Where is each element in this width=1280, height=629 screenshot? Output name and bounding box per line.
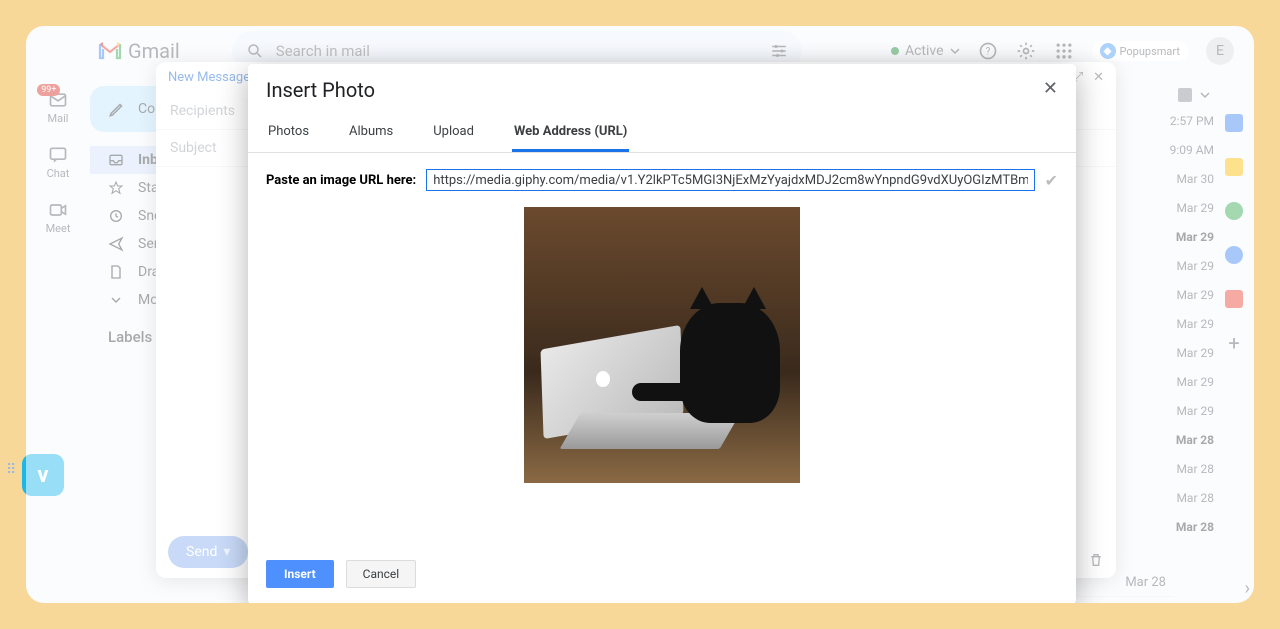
inbox-icon — [108, 152, 124, 168]
chevron-down-icon[interactable] — [1200, 90, 1210, 100]
sidebar-item-label: Inb — [138, 152, 158, 168]
get-addons-icon[interactable]: + — [1225, 334, 1243, 352]
mail-date: Mar 28 — [1125, 575, 1166, 590]
insert-photo-dialog: Insert Photo ✕ Photos Albums Upload Web Add… — [248, 64, 1076, 603]
send-icon — [108, 236, 124, 252]
send-dropdown-icon[interactable]: ▾ — [223, 544, 230, 560]
status-chip[interactable]: Active — [891, 43, 960, 59]
date-label: Mar 28 — [1154, 491, 1214, 505]
date-label: Mar 28 — [1154, 520, 1214, 534]
tune-icon[interactable] — [770, 42, 788, 60]
addon-icon[interactable] — [1225, 290, 1243, 308]
avatar[interactable]: E — [1206, 37, 1234, 65]
svg-text:?: ? — [985, 46, 990, 57]
cancel-button[interactable]: Cancel — [346, 560, 417, 588]
compose-title: New Message — [168, 70, 250, 85]
contacts-icon[interactable] — [1225, 246, 1243, 264]
trash-icon[interactable] — [1088, 552, 1104, 568]
tasks-icon[interactable] — [1225, 202, 1243, 220]
logo-text: Gmail — [128, 39, 180, 63]
date-label: Mar 30 — [1154, 172, 1214, 186]
gmail-icon — [98, 42, 122, 60]
date-label: Mar 29 — [1154, 201, 1214, 215]
unread-badge: 99+ — [37, 84, 60, 96]
date-label: Mar 29 — [1154, 375, 1214, 389]
url-input[interactable] — [426, 169, 1034, 191]
tab-web-address-url-[interactable]: Web Address (URL) — [512, 114, 629, 152]
image-preview — [266, 207, 1058, 483]
rail-item-chat[interactable]: Chat — [47, 145, 70, 180]
dialog-title: Insert Photo — [266, 78, 375, 102]
toggle-icon[interactable] — [1178, 88, 1192, 102]
search-icon — [246, 42, 264, 60]
date-label: Mar 28 — [1154, 433, 1214, 447]
close-icon[interactable]: ✕ — [1043, 78, 1058, 102]
close-icon[interactable]: ✕ — [1093, 70, 1104, 85]
tab-albums[interactable]: Albums — [347, 114, 395, 152]
chat-icon — [48, 145, 68, 165]
clock-icon — [108, 208, 124, 224]
right-addon-rail: + — [1220, 114, 1248, 352]
apps-icon[interactable] — [1054, 41, 1074, 61]
send-label: Send — [186, 544, 217, 560]
date-label: 9:09 AM — [1154, 143, 1214, 157]
date-column: 2:57 PM 9:09 AM Mar 30 Mar 29 Mar 29 Mar 29 Ma… — [1154, 114, 1214, 534]
chevron-down-icon — [950, 46, 960, 56]
extension-icon: ◆ — [1100, 43, 1116, 59]
meet-icon — [48, 200, 68, 220]
calendar-icon[interactable] — [1225, 114, 1243, 132]
star-icon — [108, 180, 124, 196]
date-label: Mar 29 — [1154, 346, 1214, 360]
send-button[interactable]: Send ▾ — [168, 536, 248, 568]
pencil-icon — [108, 100, 126, 118]
date-label: 2:57 PM — [1154, 114, 1214, 128]
search-input[interactable] — [276, 42, 758, 60]
active-dot-icon — [891, 47, 899, 55]
help-icon[interactable]: ? — [978, 41, 998, 61]
rail-item-mail[interactable]: 99+ Mail — [48, 90, 69, 125]
active-label: Active — [905, 43, 944, 59]
check-icon: ✔ — [1045, 171, 1058, 190]
tab-photos[interactable]: Photos — [266, 114, 311, 152]
rail-label: Chat — [47, 167, 70, 180]
left-rail: 99+ Mail Chat Meet — [26, 76, 90, 603]
vimeo-button[interactable]: v — [22, 454, 64, 496]
extension-chip[interactable]: ◆ Popupsmart — [1092, 41, 1188, 61]
date-label: Mar 29 — [1154, 288, 1214, 302]
rail-label: Meet — [46, 222, 71, 235]
drag-handle-icon[interactable]: ⠿ — [6, 462, 17, 478]
gmail-logo[interactable]: Gmail — [98, 39, 180, 63]
rail-label: Mail — [48, 112, 69, 125]
tab-upload[interactable]: Upload — [431, 114, 476, 152]
date-label: Mar 29 — [1154, 230, 1214, 244]
paste-label: Paste an image URL here: — [266, 173, 416, 188]
dialog-tabs: Photos Albums Upload Web Address (URL) — [248, 106, 1076, 153]
date-label: Mar 29 — [1154, 404, 1214, 418]
insert-button[interactable]: Insert — [266, 560, 334, 588]
extension-name: Popupsmart — [1120, 45, 1180, 58]
chevron-down-icon — [108, 292, 124, 308]
date-label: Mar 28 — [1154, 462, 1214, 476]
file-icon — [108, 264, 124, 280]
date-label: Mar 29 — [1154, 317, 1214, 331]
gear-icon[interactable] — [1016, 41, 1036, 61]
mail-list-header-right — [1178, 88, 1210, 102]
date-label: Mar 29 — [1154, 259, 1214, 273]
chevron-right-icon[interactable]: › — [1245, 578, 1250, 599]
keep-icon[interactable] — [1225, 158, 1243, 176]
rail-item-meet[interactable]: Meet — [46, 200, 71, 235]
